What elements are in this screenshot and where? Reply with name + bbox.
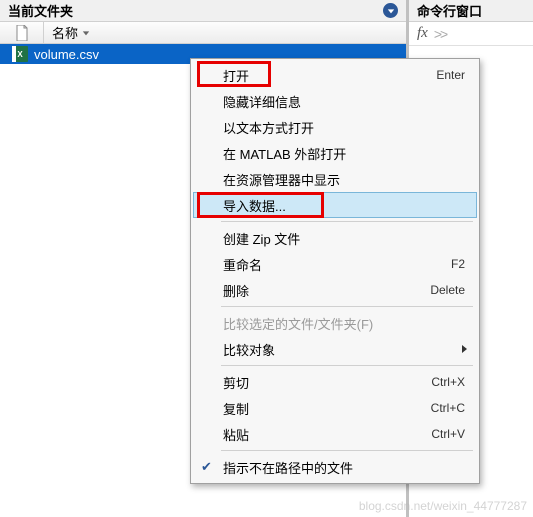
- menu-open-outside[interactable]: 在 MATLAB 外部打开: [193, 140, 477, 166]
- chevron-down-icon: [387, 7, 395, 15]
- menu-indicate-not-on-path[interactable]: ✔ 指示不在路径中的文件: [193, 454, 477, 480]
- menu-open-as-text[interactable]: 以文本方式打开: [193, 114, 477, 140]
- menu-create-zip[interactable]: 创建 Zip 文件: [193, 225, 477, 251]
- panel-menu-button[interactable]: [383, 3, 398, 18]
- command-prompt: >>: [434, 26, 446, 42]
- menu-copy[interactable]: 复制 Ctrl+C: [193, 395, 477, 421]
- menu-compare-selected: 比较选定的文件/文件夹(F): [193, 310, 477, 336]
- column-name-header[interactable]: 名称: [44, 23, 406, 42]
- current-folder-title: 当前文件夹: [8, 1, 73, 20]
- menu-separator: [221, 306, 473, 307]
- menu-delete[interactable]: 删除 Delete: [193, 277, 477, 303]
- file-name: volume.csv: [34, 47, 99, 62]
- menu-separator: [221, 221, 473, 222]
- menu-cut[interactable]: 剪切 Ctrl+X: [193, 369, 477, 395]
- column-filetype-icon: [0, 22, 44, 43]
- menu-paste[interactable]: 粘贴 Ctrl+V: [193, 421, 477, 447]
- context-menu: 打开 Enter 隐藏详细信息 以文本方式打开 在 MATLAB 外部打开 在资…: [190, 58, 480, 484]
- command-window-header: 命令行窗口: [409, 0, 533, 22]
- column-name-label: 名称: [52, 23, 78, 42]
- menu-import-data[interactable]: 导入数据...: [193, 192, 477, 218]
- column-header-row[interactable]: 名称: [0, 22, 406, 44]
- menu-rename[interactable]: 重命名 F2: [193, 251, 477, 277]
- fx-icon[interactable]: fx: [417, 25, 428, 42]
- menu-open[interactable]: 打开 Enter: [193, 62, 477, 88]
- command-window-title: 命令行窗口: [417, 1, 482, 20]
- menu-show-in-explorer[interactable]: 在资源管理器中显示: [193, 166, 477, 192]
- spreadsheet-icon: X: [12, 46, 28, 62]
- menu-compare-target[interactable]: 比较对象: [193, 336, 477, 362]
- menu-separator: [221, 450, 473, 451]
- menu-separator: [221, 365, 473, 366]
- command-prompt-row[interactable]: fx >>: [409, 22, 533, 46]
- menu-hide-detail[interactable]: 隐藏详细信息: [193, 88, 477, 114]
- sort-arrow-icon: [82, 29, 90, 37]
- current-folder-header: 当前文件夹: [0, 0, 406, 22]
- check-icon: ✔: [201, 459, 212, 475]
